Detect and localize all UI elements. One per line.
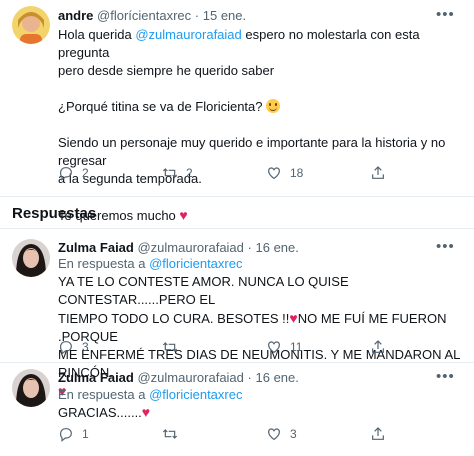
divider <box>0 196 474 197</box>
like-count: 3 <box>290 427 297 441</box>
reply-prefix: En respuesta a <box>58 256 146 271</box>
like-icon <box>268 341 280 354</box>
more-icon[interactable]: ••• <box>436 369 455 384</box>
like-count: 11 <box>290 340 303 354</box>
reply-button[interactable]: 2 <box>58 165 89 181</box>
share-button[interactable] <box>370 339 386 355</box>
tweet-date[interactable]: 15 ene. <box>203 8 246 23</box>
tweet-header: Zulma Faiad @zulmaurorafaiad · 16 ene. <box>58 370 299 386</box>
heart-emoji-icon: ♥ <box>141 404 151 420</box>
reply-icon <box>59 167 72 181</box>
text-line1: GRACIAS....... <box>58 405 142 420</box>
reply-button[interactable]: 1 <box>58 426 89 442</box>
author-name[interactable]: Zulma Faiad <box>58 240 134 255</box>
retweet-button[interactable] <box>162 339 186 355</box>
like-icon <box>268 428 280 441</box>
author-handle[interactable]: @zulmaurorafaiad <box>137 240 243 255</box>
retweet-icon <box>162 342 178 352</box>
avatar-image <box>12 239 50 277</box>
reply-count: 2 <box>82 166 89 180</box>
avatar[interactable] <box>12 369 50 407</box>
reply-prefix: En respuesta a <box>58 387 146 402</box>
retweet-icon <box>162 429 178 439</box>
reply-context: En respuesta a @floricientaxrec <box>58 256 242 272</box>
avatar[interactable] <box>12 6 50 44</box>
text-greeting: Hola querida <box>58 27 132 42</box>
reply-tweet[interactable]: Zulma Faiad @zulmaurorafaiad · 16 ene. •… <box>0 229 474 399</box>
reply-count: 1 <box>82 427 89 441</box>
avatar-image <box>12 369 50 407</box>
like-button[interactable]: 3 <box>266 426 297 442</box>
tweet-line: YA TE LO CONTESTE AMOR. NUNCA LO QUISE C… <box>58 274 349 307</box>
reply-tweet[interactable]: Zulma Faiad @zulmaurorafaiad · 16 ene. •… <box>0 363 474 456</box>
retweet-button[interactable]: 2 <box>162 165 193 181</box>
original-tweet[interactable]: andre @florícientaxrec · 15 ene. ••• Hol… <box>0 0 474 223</box>
like-icon <box>268 167 280 180</box>
reply-icon <box>59 341 72 355</box>
share-button[interactable] <box>370 165 386 181</box>
retweet-icon <box>162 168 178 178</box>
like-count: 18 <box>290 166 304 180</box>
author-name[interactable]: Zulma Faiad <box>58 370 134 385</box>
tweet-line: Hola querida @zulmaurorafaiad espero no … <box>58 26 468 62</box>
tweet-actions: 2 2 18 <box>58 165 458 183</box>
tweet-line: ¿Porqué titina se va de Floricienta? <box>58 98 468 116</box>
separator-dot: · <box>247 240 252 255</box>
reply-to-link[interactable]: @floricientaxrec <box>149 387 242 402</box>
author-handle[interactable]: @zulmaurorafaiad <box>137 370 243 385</box>
tweet-header: andre @florícientaxrec · 15 ene. <box>58 8 246 24</box>
tweet-date[interactable]: 16 ene. <box>256 370 299 385</box>
tweet-line: Te queremos mucho ♥ <box>58 206 468 225</box>
separator-dot: · <box>194 8 200 23</box>
share-icon <box>372 166 384 179</box>
heart-emoji-icon: ♥ <box>289 310 298 326</box>
share-icon <box>372 340 384 353</box>
share-button[interactable] <box>370 426 386 442</box>
like-button[interactable]: 18 <box>266 165 303 181</box>
mention-link[interactable]: @zulmaurorafaiad <box>135 27 241 42</box>
tweet-header: Zulma Faiad @zulmaurorafaiad · 16 ene. <box>58 240 299 256</box>
reply-icon <box>59 428 72 442</box>
more-icon[interactable]: ••• <box>436 7 455 22</box>
reply-context: En respuesta a @floricientaxrec <box>58 387 242 403</box>
tweet-actions: 3 11 <box>58 339 458 357</box>
separator-dot: · <box>247 370 252 385</box>
tweet-text: GRACIAS.......♥ <box>58 403 468 422</box>
tweet-actions: 1 3 <box>58 426 458 444</box>
retweet-button[interactable] <box>162 426 186 442</box>
author-name[interactable]: andre <box>58 8 93 23</box>
author-handle[interactable]: @florícientaxrec <box>97 8 191 23</box>
heart-emoji-icon: ♥ <box>179 207 188 223</box>
share-icon <box>372 427 384 440</box>
text-line2: TIEMPO TODO LO CURA. BESOTES !! <box>58 311 290 326</box>
avatar[interactable] <box>12 239 50 277</box>
smile-emoji-icon <box>266 99 281 113</box>
more-icon[interactable]: ••• <box>436 239 455 254</box>
tweet-line: GRACIAS.......♥ <box>58 403 468 422</box>
reply-button[interactable]: 3 <box>58 339 89 355</box>
retweet-count: 2 <box>186 166 193 180</box>
reply-to-link[interactable]: @floricientaxrec <box>149 256 242 271</box>
tweet-date[interactable]: 16 ene. <box>256 240 299 255</box>
tweet-line: pero desde siempre he querido saber <box>58 63 275 78</box>
reply-count: 3 <box>82 340 89 354</box>
avatar-image <box>12 6 50 44</box>
replies-heading: Respuestas <box>12 205 97 222</box>
text-question: ¿Porqué titina se va de Floricienta? <box>58 99 263 114</box>
like-button[interactable]: 11 <box>266 339 302 355</box>
